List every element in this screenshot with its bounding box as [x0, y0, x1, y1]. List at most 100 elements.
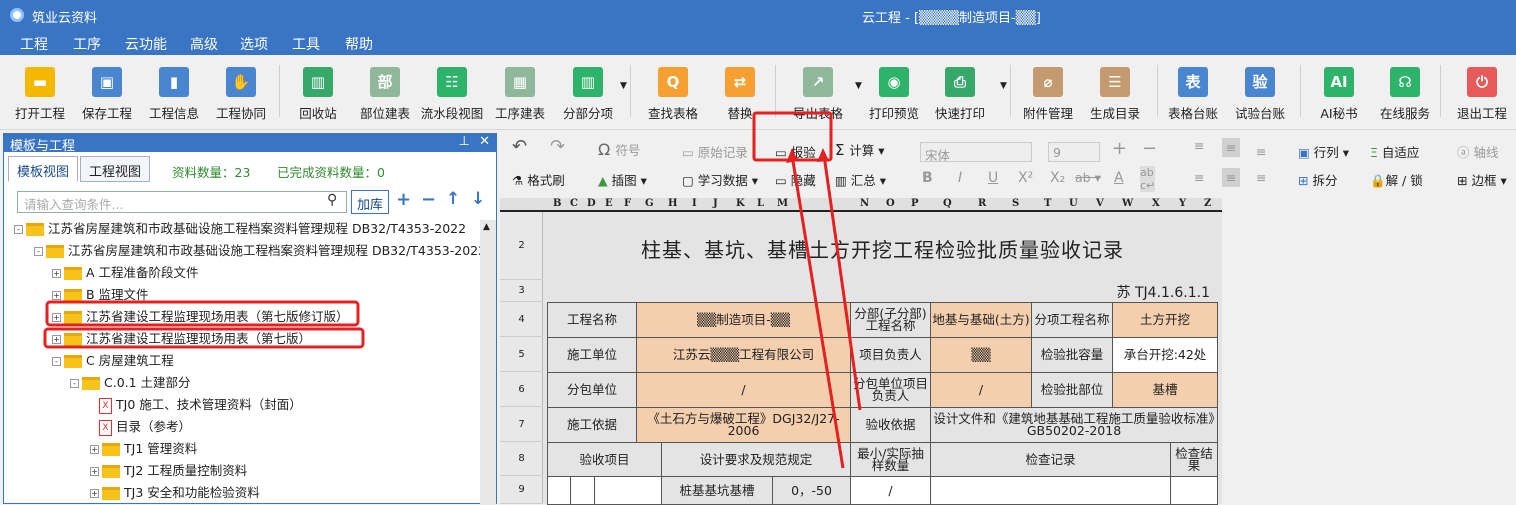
align-top-icon[interactable]: ≡ — [1194, 138, 1204, 153]
align-center-icon[interactable]: ≡ — [1222, 168, 1241, 187]
tree-folder[interactable]: - C.0.1 土建部分 — [70, 372, 191, 391]
toolbar-button-ai[interactable]: AI AI秘书 — [1306, 67, 1372, 122]
form-cell[interactable]: 施工依据 — [547, 407, 637, 443]
menu-item[interactable]: 云功能 — [125, 34, 167, 54]
column-header-cell[interactable]: O — [886, 198, 895, 209]
form-cell[interactable]: 检验批容量 — [1031, 337, 1113, 373]
column-header-cell[interactable]: H — [668, 198, 677, 209]
form-cell[interactable]: 分部(子分部)工程名称 — [850, 302, 931, 338]
form-cell[interactable]: 桩基基坑基槽 — [661, 476, 773, 505]
column-header-cell[interactable]: V — [1096, 198, 1104, 209]
toolbar-button-ledger[interactable]: 表表格台账 — [1160, 67, 1226, 122]
column-header-cell[interactable]: I — [692, 198, 697, 209]
toolbar-button-search[interactable]: Q 查找表格 — [640, 67, 706, 122]
menu-item[interactable]: 帮助 — [345, 34, 373, 54]
tree-folder[interactable]: - 江苏省房屋建筑和市政基础设施工程档案资料管理规程 DB32/T4353-202… — [14, 218, 466, 237]
form-cell[interactable]: / — [850, 476, 931, 505]
form-cell[interactable]: / — [930, 372, 1032, 408]
toolbar-button-trash[interactable]: ▥ 回收站 — [285, 67, 351, 122]
toolbar-button-power[interactable]: ⏻ 退出工程 — [1449, 67, 1515, 122]
tree-scrollbar[interactable]: ▲ — [480, 220, 496, 505]
form-cell[interactable]: 工程名称 — [547, 302, 637, 338]
column-header-cell[interactable]: Y — [1179, 198, 1186, 209]
form-cell[interactable] — [547, 476, 571, 505]
toolbar-button-test-ledger[interactable]: 验试验台账 — [1227, 67, 1293, 122]
form-cell[interactable]: 最小/实际抽样数量 — [850, 442, 931, 477]
dropdown-arrow-icon[interactable]: ▼ — [855, 81, 862, 91]
subscript-icon[interactable]: X₂ — [1050, 170, 1065, 186]
font-decrease-icon[interactable]: − — [1142, 138, 1157, 159]
search-input[interactable]: 请输入查询条件... — [17, 191, 347, 213]
hide-button[interactable]: ▭ 隐藏 — [775, 170, 816, 189]
split-button[interactable]: ⊞ 拆分 — [1298, 170, 1337, 189]
calculate-button[interactable]: Σ 计算 ▾ — [835, 140, 885, 159]
toolbar-button-headset[interactable]: ☊ 在线服务 — [1372, 67, 1438, 122]
dropdown-arrow-icon[interactable]: ▼ — [1000, 81, 1007, 91]
form-cell[interactable]: 基槽 — [1112, 372, 1218, 408]
form-cell[interactable]: 项目负责人 — [850, 337, 931, 373]
form-cell[interactable]: / — [636, 372, 851, 408]
expand-icon[interactable]: + — [90, 489, 99, 498]
symbol-button[interactable]: Ω 符号 — [598, 140, 640, 159]
font-family-select[interactable]: 宋体 — [920, 142, 1032, 163]
toolbar-button-list[interactable]: ☰ 生成目录 — [1082, 67, 1148, 122]
form-cell[interactable]: 检验批部位 — [1031, 372, 1113, 408]
column-header-cell[interactable]: P — [911, 198, 919, 209]
column-header-cell[interactable]: U — [1069, 198, 1078, 209]
toolbar-button-printer[interactable]: ⎙ 快速打印 — [927, 67, 993, 122]
inspection-report-button[interactable]: ▭ 报验 — [775, 142, 816, 161]
column-header-cell[interactable]: G — [645, 198, 654, 209]
collapse-icon[interactable]: - — [34, 247, 43, 256]
column-header-cell[interactable]: S — [1012, 198, 1019, 209]
tree-file[interactable]: X TJ0 施工、技术管理资料（封面） — [99, 394, 302, 414]
column-header-cell[interactable]: J — [713, 198, 718, 209]
form-cell[interactable]: 承台开挖:42处 — [1112, 337, 1218, 373]
redo-icon[interactable]: ↷ — [550, 136, 565, 157]
toolbar-button-save[interactable]: ▣ 保存工程 — [74, 67, 140, 122]
align-bottom-icon[interactable]: ≡ — [1256, 144, 1266, 159]
row-header-cell[interactable]: 4 — [500, 302, 543, 337]
dropdown-arrow-icon[interactable]: ▼ — [620, 81, 627, 91]
form-cell[interactable]: 分包单位 — [547, 372, 637, 408]
tree-folder[interactable]: - C 房屋建筑工程 — [52, 350, 174, 369]
row-header-cell[interactable]: 2 — [500, 212, 543, 280]
toolbar-button-replace[interactable]: ⇄ 替换 — [707, 67, 773, 122]
form-cell[interactable]: ▒▒制造项目-▒▒ — [636, 302, 851, 338]
align-left-icon[interactable]: ≡ — [1194, 170, 1204, 185]
toolbar-button-eye[interactable]: ◉ 打印预览 — [861, 67, 927, 122]
tree-folder[interactable]: + TJ1 管理资料 — [90, 438, 197, 457]
form-cell[interactable]: 0，-50 — [772, 476, 851, 505]
tree-folder[interactable]: + B 监理文件 — [52, 284, 149, 303]
toolbar-button-table[interactable]: 部部位建表 — [352, 67, 418, 122]
form-cell[interactable]: 检查记录 — [930, 442, 1171, 477]
form-cell[interactable]: 设计文件和《建筑地基基础工程施工质量验收标准》GB50202-2018 — [930, 407, 1218, 443]
form-cell[interactable]: 土方开挖 — [1112, 302, 1218, 338]
menu-item[interactable]: 工程 — [20, 34, 48, 54]
tree-file[interactable]: X 目录（参考） — [99, 416, 191, 436]
tree-folder[interactable]: + A 工程准备阶段文件 — [52, 262, 199, 281]
row-column-button[interactable]: ▣ 行列 ▾ — [1298, 142, 1349, 161]
move-down-icon[interactable]: ↓ — [471, 189, 485, 209]
row-header-cell[interactable]: 8 — [500, 442, 543, 476]
column-header-cell[interactable]: X — [1152, 198, 1160, 209]
toolbar-button-paperclip[interactable]: ⌀ 附件管理 — [1015, 67, 1081, 122]
font-color-icon[interactable]: A — [1114, 170, 1124, 186]
toolbar-button-export[interactable]: ↗ 导出表格 — [785, 67, 851, 122]
column-header-cell[interactable]: D — [587, 198, 596, 209]
undo-icon[interactable]: ↶ — [512, 136, 527, 157]
form-cell[interactable]: 验收依据 — [850, 407, 931, 443]
form-cell[interactable] — [570, 476, 595, 505]
superscript-icon[interactable]: X² — [1018, 170, 1033, 186]
column-header-cell[interactable]: N — [860, 198, 869, 209]
align-right-icon[interactable]: ≡ — [1256, 170, 1266, 185]
study-data-button[interactable]: ▢ 学习数据 ▾ — [682, 170, 758, 189]
row-header-cell[interactable]: 3 — [500, 280, 543, 302]
form-cell[interactable]: 地基与基础(土方) — [930, 302, 1032, 338]
menu-item[interactable]: 工具 — [292, 34, 320, 54]
expand-icon[interactable]: + — [52, 313, 61, 322]
toolbar-button-tree-view[interactable]: ☷ 流水段视图 — [419, 67, 485, 122]
move-up-icon[interactable]: ↑ — [446, 189, 460, 209]
remove-icon[interactable]: − — [421, 189, 436, 210]
row-header-cell[interactable]: 6 — [500, 372, 543, 407]
form-cell[interactable]: 检查结果 — [1170, 442, 1218, 477]
